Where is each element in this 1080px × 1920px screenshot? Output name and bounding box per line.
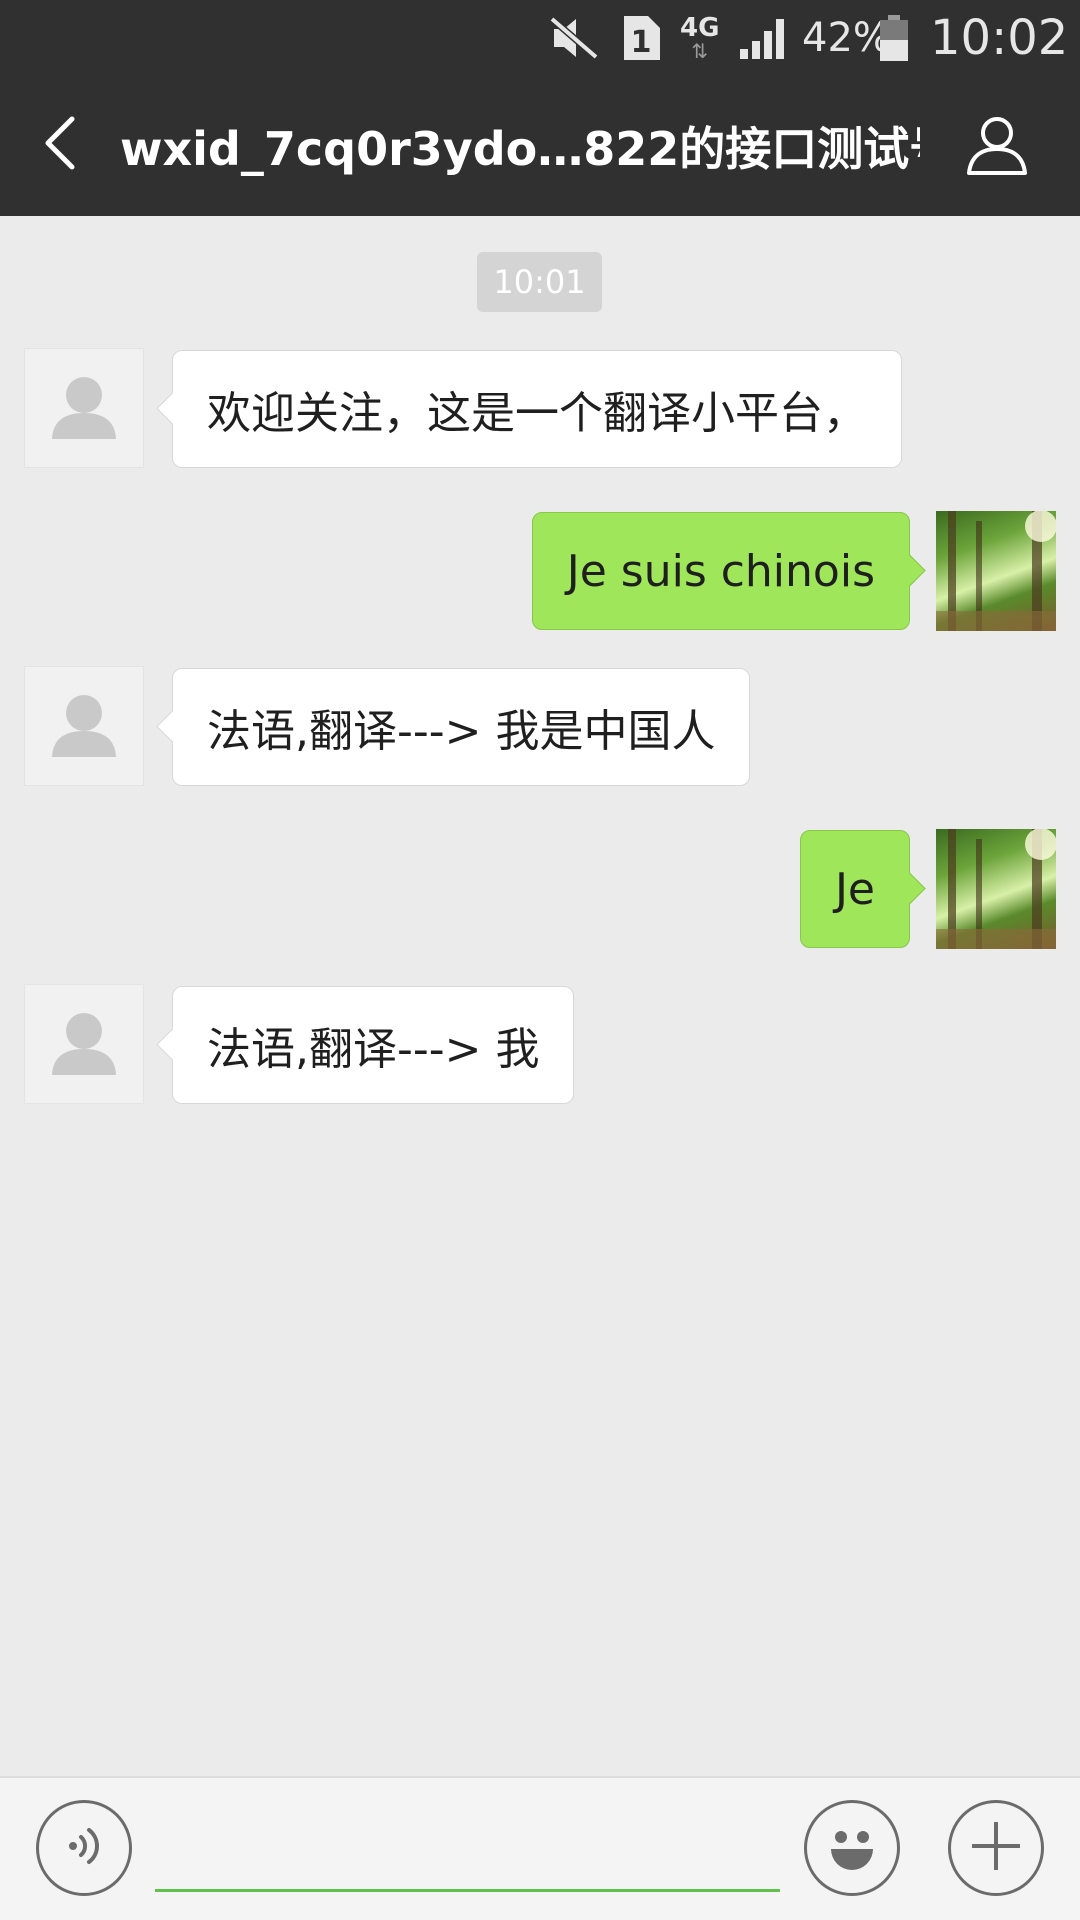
message-bubble-sent[interactable]: Je suis chinois: [531, 512, 910, 630]
message-input[interactable]: [155, 1800, 780, 1892]
default-avatar-icon: [52, 695, 116, 757]
forest-photo: [936, 511, 1056, 631]
user-avatar[interactable]: [936, 829, 1056, 949]
chevron-left-icon: [40, 113, 80, 177]
mute-icon: [548, 0, 600, 75]
forest-photo: [936, 829, 1056, 949]
emoji-button[interactable]: [804, 1800, 900, 1896]
chat-title: wxid_7cq0r3ydo…822的接口测试号: [120, 121, 920, 176]
status-time: 10:02: [930, 9, 1069, 66]
message-bubble-sent[interactable]: Je: [799, 830, 910, 948]
message-bubble-received[interactable]: 法语,翻译---> 我是中国人: [172, 668, 751, 786]
message-bubble-received[interactable]: 法语,翻译---> 我: [172, 986, 575, 1104]
chat-info-button[interactable]: [955, 105, 1039, 189]
network-label: 4G: [680, 12, 720, 43]
plus-icon: [966, 1816, 1026, 1880]
back-button[interactable]: [20, 100, 100, 190]
voice-button[interactable]: [36, 1800, 132, 1896]
chat-header: wxid_7cq0r3ydo…822的接口测试号: [0, 75, 1080, 216]
message-bubble-received[interactable]: 欢迎关注，这是一个翻译小平台，: [172, 350, 902, 468]
default-avatar-icon: [52, 1013, 116, 1075]
sim-label: 1: [631, 25, 652, 60]
message-timestamp: 10:01: [477, 252, 602, 312]
more-button[interactable]: [948, 1800, 1044, 1896]
message-text: Je: [834, 863, 875, 915]
person-icon: [965, 113, 1029, 181]
bot-avatar[interactable]: [24, 666, 144, 786]
status-bar: 1 4G ⇅ 42% 10:02: [0, 0, 1080, 75]
bot-avatar[interactable]: [24, 348, 144, 468]
default-avatar-icon: [52, 377, 116, 439]
message-text: Je suis chinois: [566, 545, 875, 597]
signal-icon: [738, 0, 788, 75]
emoji-icon: [817, 1811, 887, 1885]
bot-avatar[interactable]: [24, 984, 144, 1104]
voice-icon: [59, 1821, 109, 1875]
message-text: 法语,翻译---> 我是中国人: [207, 706, 716, 757]
network-4g-icon: 4G ⇅: [680, 12, 720, 63]
user-avatar[interactable]: [936, 511, 1056, 631]
sim-icon: 1: [620, 0, 662, 75]
message-text: 法语,翻译---> 我: [207, 1024, 540, 1075]
message-text: 欢迎关注，这是一个翻译小平台，: [207, 388, 867, 439]
battery-icon: [878, 0, 910, 75]
